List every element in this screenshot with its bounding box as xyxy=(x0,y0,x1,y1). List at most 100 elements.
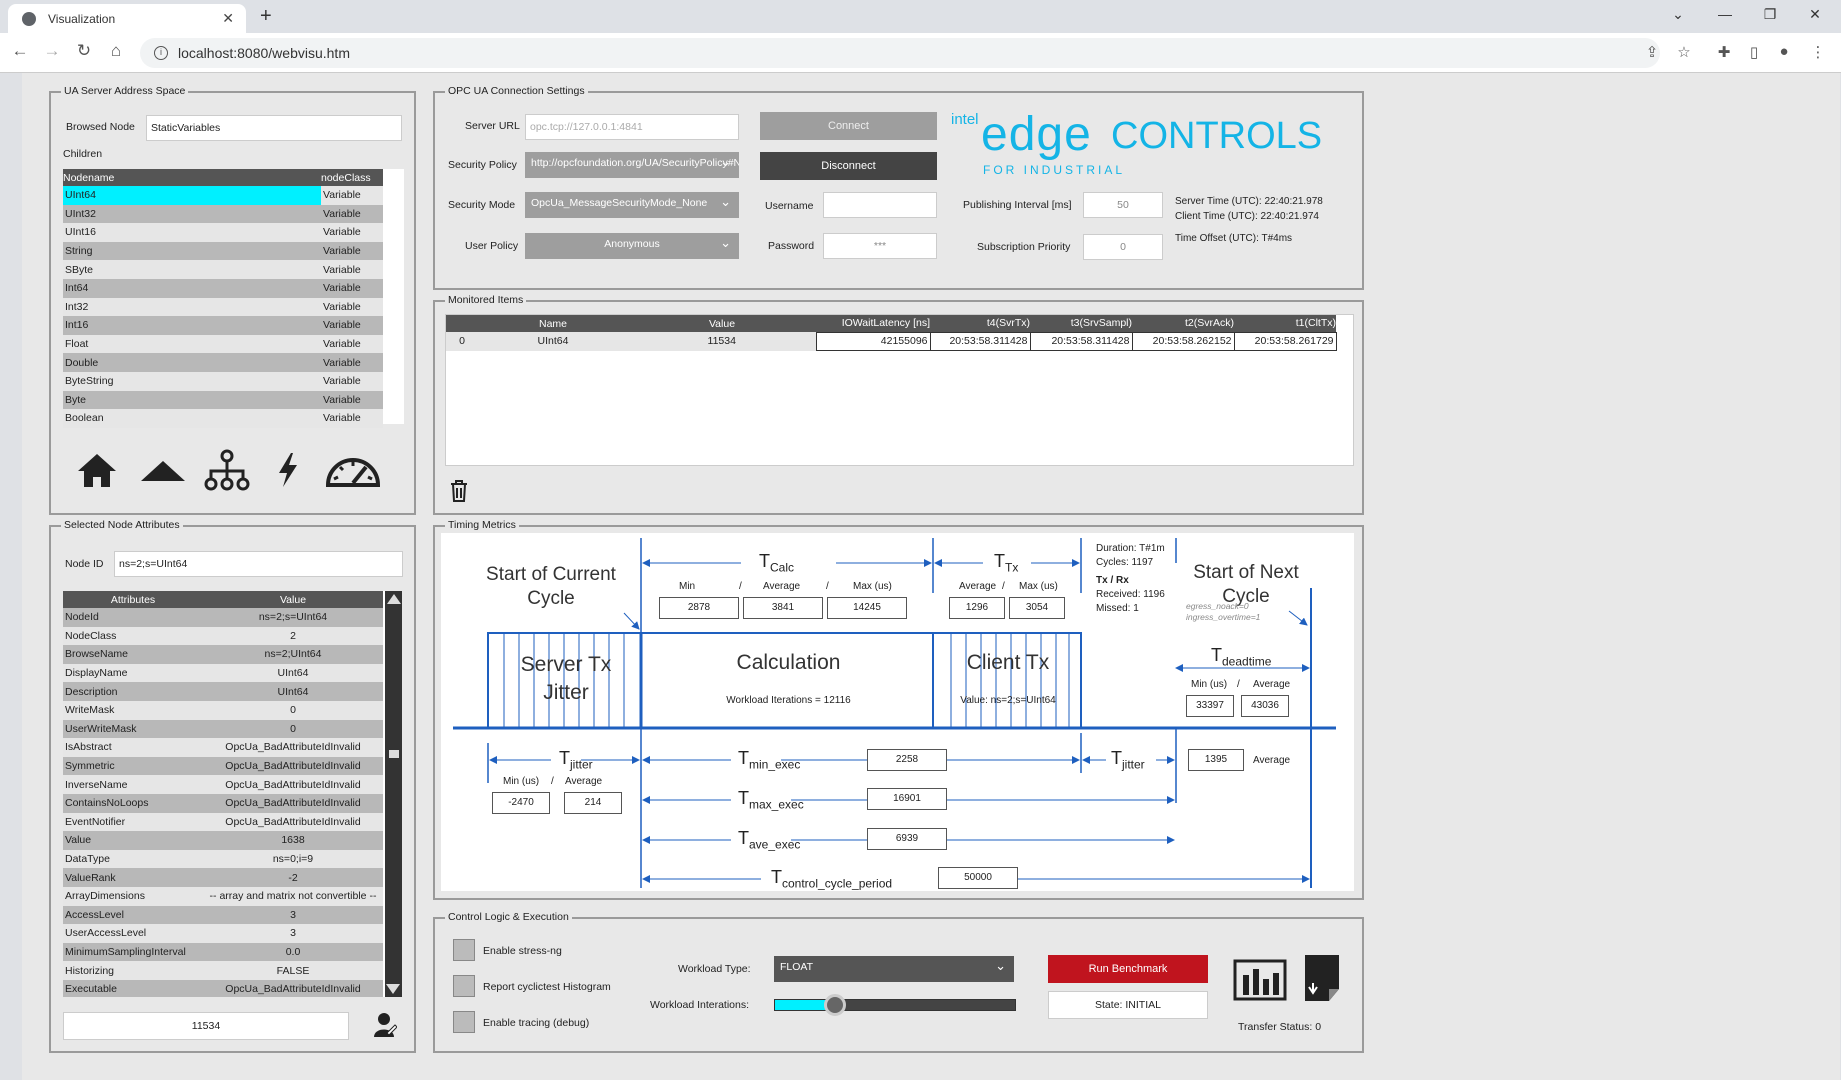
maximize-button[interactable]: ❐ xyxy=(1755,6,1785,23)
hierarchy-icon[interactable] xyxy=(204,449,250,491)
table-row[interactable]: Symmetric OpcUa_BadAttributeIdInvalid xyxy=(63,756,383,776)
table-row[interactable]: Executable OpcUa_BadAttributeIdInvalid xyxy=(63,979,383,997)
publishing-interval-field[interactable]: 50 xyxy=(1083,192,1163,218)
table-row[interactable]: Boolean Variable xyxy=(63,409,383,428)
table-row[interactable]: MinimumSamplingInterval 0.0 xyxy=(63,942,383,962)
table-row[interactable]: ContainsNoLoops OpcUa_BadAttributeIdInval… xyxy=(63,793,383,813)
col-nodeclass[interactable]: nodeClass xyxy=(321,169,383,186)
tracing-checkbox[interactable] xyxy=(453,1011,475,1033)
table-row[interactable]: Float Variable xyxy=(63,334,383,354)
scroll-up-icon[interactable] xyxy=(386,594,401,604)
slider-knob[interactable] xyxy=(824,994,846,1016)
home-icon[interactable] xyxy=(76,451,118,489)
minimize-button[interactable]: — xyxy=(1710,6,1740,22)
col-t4[interactable]: t4(SvrTx) xyxy=(930,315,1030,332)
workload-type-dropdown[interactable]: FLOAT ⌄ xyxy=(774,956,1014,982)
user-edit-icon[interactable] xyxy=(373,1011,397,1039)
col-value[interactable]: Value xyxy=(628,315,816,332)
table-row[interactable]: Int32 Variable xyxy=(63,297,383,317)
share-icon[interactable]: ⇪ xyxy=(1640,43,1664,61)
col-name[interactable]: Name xyxy=(478,315,628,332)
sidepanel-icon[interactable]: ▯ xyxy=(1742,43,1766,61)
table-row[interactable]: Historizing FALSE xyxy=(63,961,383,980)
stress-checkbox[interactable] xyxy=(453,939,475,961)
table-row[interactable]: SByte Variable xyxy=(63,260,383,279)
table-row[interactable]: UserWriteMask 0 xyxy=(63,719,383,739)
user-policy-dropdown[interactable]: Anonymous ⌄ xyxy=(525,233,739,259)
table-row[interactable]: EventNotifier OpcUa_BadAttributeIdInvalid xyxy=(63,812,383,832)
table-row[interactable]: Double Variable xyxy=(63,353,383,372)
panel-title: OPC UA Connection Settings xyxy=(445,85,588,97)
table-row[interactable]: UserAccessLevel 3 xyxy=(63,924,383,943)
histogram-checkbox[interactable] xyxy=(453,975,475,997)
attributes-scrollbar[interactable] xyxy=(385,591,402,997)
table-row[interactable]: UInt16 Variable xyxy=(63,223,383,242)
scroll-thumb[interactable] xyxy=(388,750,399,758)
close-window-button[interactable]: ✕ xyxy=(1800,6,1830,23)
table-row[interactable]: ValueRank -2 xyxy=(63,868,383,887)
table-row[interactable]: NodeClass 2 xyxy=(63,626,383,646)
run-benchmark-button[interactable]: Run Benchmark xyxy=(1048,955,1208,983)
tab-search-icon[interactable]: ⌄ xyxy=(1663,6,1693,23)
download-file-icon[interactable] xyxy=(1303,953,1341,1003)
connect-button[interactable]: Connect xyxy=(760,112,937,140)
trash-icon[interactable] xyxy=(449,479,469,503)
forward-icon[interactable]: → xyxy=(40,41,64,61)
back-icon[interactable]: ← xyxy=(8,41,32,61)
menu-icon[interactable]: ⋮ xyxy=(1806,43,1830,61)
table-row[interactable]: Byte Variable xyxy=(63,390,383,410)
table-row[interactable]: Value 1638 xyxy=(63,831,383,850)
col-iowait[interactable]: IOWaitLatency [ns] xyxy=(816,315,930,332)
table-row[interactable]: UInt32 Variable xyxy=(63,204,383,224)
col-t1[interactable]: t1(CltTx) xyxy=(1234,315,1336,332)
table-row[interactable]: IsAbstract OpcUa_BadAttributeIdInvalid xyxy=(63,738,383,757)
reload-icon[interactable]: ↻ xyxy=(72,41,96,61)
table-row[interactable]: AccessLevel 3 xyxy=(63,905,383,925)
chart-bar-icon[interactable] xyxy=(1233,959,1287,1001)
table-row[interactable]: UInt64 Variable xyxy=(63,186,383,205)
table-row[interactable]: WriteMask 0 xyxy=(63,700,383,720)
scroll-down-icon[interactable] xyxy=(386,984,400,994)
table-row[interactable]: ByteString Variable xyxy=(63,371,383,391)
workload-iterations-slider[interactable] xyxy=(774,994,1016,1016)
globe-icon xyxy=(22,11,36,26)
table-row[interactable]: NodeId ns=2;s=UInt64 xyxy=(63,608,383,627)
bookmark-star-icon[interactable]: ☆ xyxy=(1672,43,1696,61)
col-nodename[interactable]: Nodename xyxy=(63,169,321,186)
table-row[interactable]: Int64 Variable xyxy=(63,278,383,298)
username-field[interactable] xyxy=(823,192,937,218)
gauge-icon[interactable] xyxy=(324,451,382,489)
table-row[interactable]: DataType ns=0;i=9 xyxy=(63,849,383,869)
col-value[interactable]: Value xyxy=(203,591,383,608)
table-row[interactable]: Int16 Variable xyxy=(63,316,383,335)
new-tab-button[interactable]: + xyxy=(260,5,272,28)
profile-icon[interactable]: ● xyxy=(1772,43,1796,60)
browser-tab[interactable]: Visualization ✕ xyxy=(8,4,246,33)
home-icon[interactable]: ⌂ xyxy=(104,41,128,61)
security-policy-dropdown[interactable]: http://opcfoundation.org/UA/SecurityPoli… xyxy=(525,152,739,178)
table-row[interactable]: InverseName OpcUa_BadAttributeIdInvalid xyxy=(63,775,383,794)
table-row[interactable]: 0 UInt64 11534 42155096 20:53:58.311428 … xyxy=(446,331,1337,352)
table-row[interactable]: DisplayName UInt64 xyxy=(63,663,383,683)
col-attributes[interactable]: Attributes xyxy=(63,591,203,608)
password-field[interactable]: *** xyxy=(823,233,937,259)
extensions-icon[interactable]: ✚ xyxy=(1712,43,1736,61)
triangle-up-icon[interactable] xyxy=(139,459,187,483)
col-t2[interactable]: t2(SvrAck) xyxy=(1132,315,1234,332)
subscription-priority-field[interactable]: 0 xyxy=(1083,234,1163,260)
disconnect-button[interactable]: Disconnect xyxy=(760,152,937,180)
table-row[interactable]: String Variable xyxy=(63,241,383,261)
info-icon[interactable]: i xyxy=(154,46,168,60)
table-row[interactable]: ArrayDimensions -- array and matrix not c… xyxy=(63,886,383,906)
security-mode-dropdown[interactable]: OpcUa_MessageSecurityMode_None ⌄ xyxy=(525,192,739,218)
close-tab-icon[interactable]: ✕ xyxy=(222,10,234,27)
col-t3[interactable]: t3(SrvSampl) xyxy=(1030,315,1132,332)
url-field[interactable]: i localhost:8080/webvisu.htm xyxy=(140,38,1660,68)
table-row[interactable]: Description UInt64 xyxy=(63,682,383,701)
browsed-node-field[interactable]: StaticVariables xyxy=(146,115,402,141)
server-url-field[interactable]: opc.tcp://127.0.0.1:4841 xyxy=(525,114,739,140)
password-label: Password xyxy=(768,240,815,252)
node-id-field[interactable]: ns=2;s=UInt64 xyxy=(114,551,403,577)
table-row[interactable]: BrowseName ns=2;UInt64 xyxy=(63,645,383,664)
lightning-icon[interactable] xyxy=(275,451,301,489)
